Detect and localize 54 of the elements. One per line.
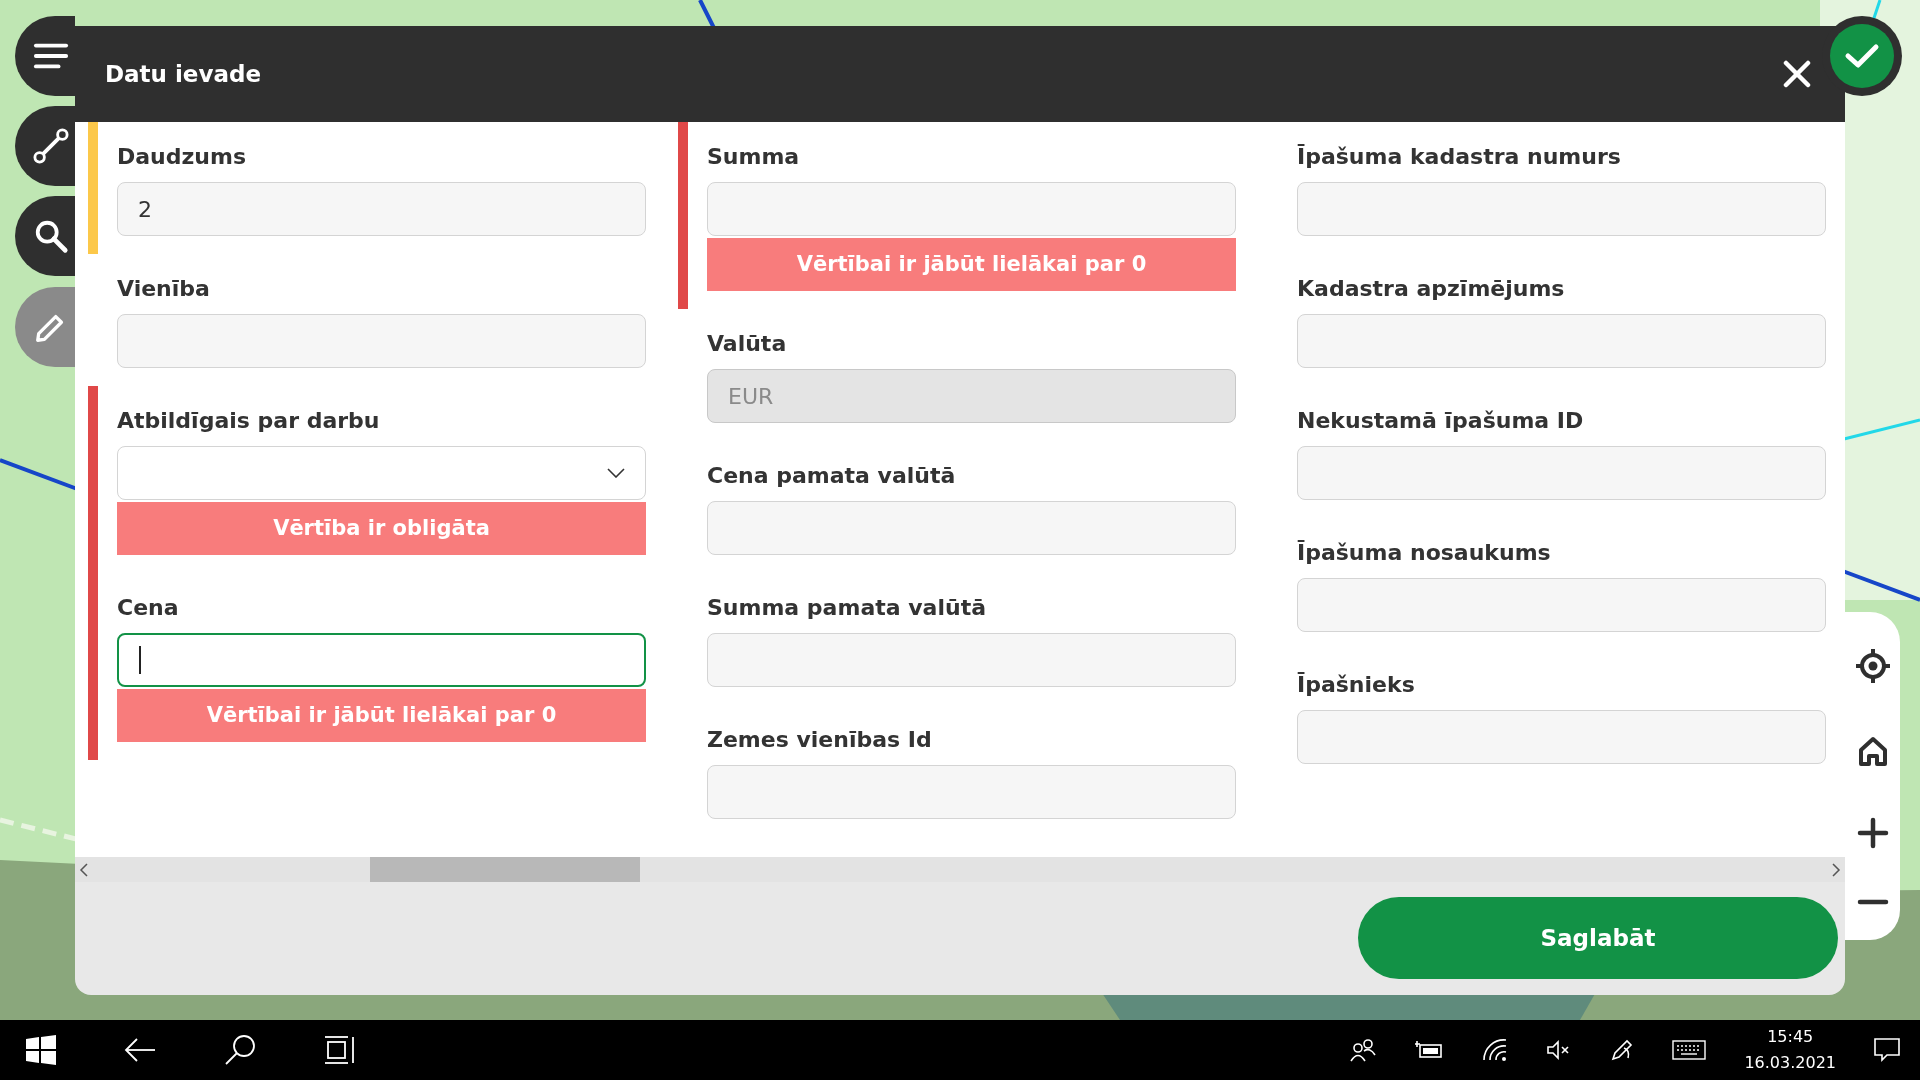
- plus-icon: [1856, 816, 1889, 849]
- field-label: Īpašnieks: [1297, 671, 1416, 699]
- clock-time[interactable]: 15:45: [1744, 1024, 1836, 1050]
- field-label: Daudzums: [117, 143, 247, 171]
- people-icon: [1350, 1038, 1377, 1062]
- chevron-right-icon: [1831, 861, 1841, 878]
- crosshair-icon: [1853, 646, 1892, 685]
- battery-charging-icon: [1414, 1040, 1445, 1060]
- notifications-button[interactable]: [1874, 1038, 1900, 1062]
- chevron-down-icon: [607, 468, 625, 478]
- task-view-button[interactable]: [324, 1035, 356, 1065]
- locate-button[interactable]: [1853, 646, 1892, 685]
- dropdown-field[interactable]: [117, 446, 646, 500]
- start-button[interactable]: [26, 1035, 56, 1065]
- route-icon: [33, 127, 69, 165]
- scrollbar-thumb[interactable]: [370, 857, 640, 882]
- error-message: Vērtībai ir jābūt lielākai par 0: [707, 238, 1236, 291]
- task-view-icon: [324, 1035, 356, 1065]
- field-label: Vienība: [117, 275, 211, 303]
- dialog-title: Datu ievade: [105, 59, 262, 89]
- pen-icon: [1610, 1038, 1635, 1062]
- input-field[interactable]: [117, 633, 646, 687]
- clock-date[interactable]: 16.03.2021: [1744, 1050, 1836, 1076]
- field-label: Valūta: [707, 330, 788, 358]
- field-label: Summa: [707, 143, 801, 171]
- search-button[interactable]: [224, 1034, 256, 1066]
- zoom-in-button[interactable]: [1856, 816, 1889, 849]
- field-label: Zemes vienības Id: [707, 726, 933, 754]
- error-message: Vērtībai ir jābūt lielākai par 0: [117, 689, 646, 742]
- field-label: Īpašuma kadastra numurs: [1297, 143, 1622, 171]
- error-message: Vērtība ir obligāta: [117, 502, 646, 555]
- close-icon: [1783, 60, 1811, 88]
- wifi-icon: [1482, 1038, 1509, 1062]
- back-arrow-icon: [124, 1037, 156, 1063]
- input-field[interactable]: 2: [117, 182, 646, 236]
- save-button[interactable]: Saglabāt: [1358, 897, 1838, 979]
- chevron-left-icon: [79, 861, 89, 878]
- back-button[interactable]: [124, 1037, 156, 1063]
- search-icon: [224, 1034, 256, 1066]
- menu-icon: [33, 41, 69, 71]
- keyboard-icon: [1672, 1039, 1707, 1061]
- field-label: Īpašuma nosaukums: [1297, 539, 1552, 567]
- minus-icon: [1856, 897, 1889, 906]
- horizontal-scrollbar[interactable]: [75, 857, 1845, 882]
- field-label: Cena pamata valūtā: [707, 462, 957, 490]
- speech-bubble-icon: [1874, 1038, 1900, 1062]
- field-label: Summa pamata valūtā: [707, 594, 987, 622]
- zoom-out-button[interactable]: [1856, 897, 1889, 906]
- field-label: Nekustamā īpašuma ID: [1297, 407, 1585, 435]
- field-label: Kadastra apzīmējums: [1297, 275, 1566, 303]
- checkmark-icon: [1844, 42, 1880, 70]
- windows-logo-icon: [26, 1035, 56, 1065]
- field-label: Atbildīgais par darbu: [117, 407, 381, 435]
- field-label: Cena: [117, 594, 180, 622]
